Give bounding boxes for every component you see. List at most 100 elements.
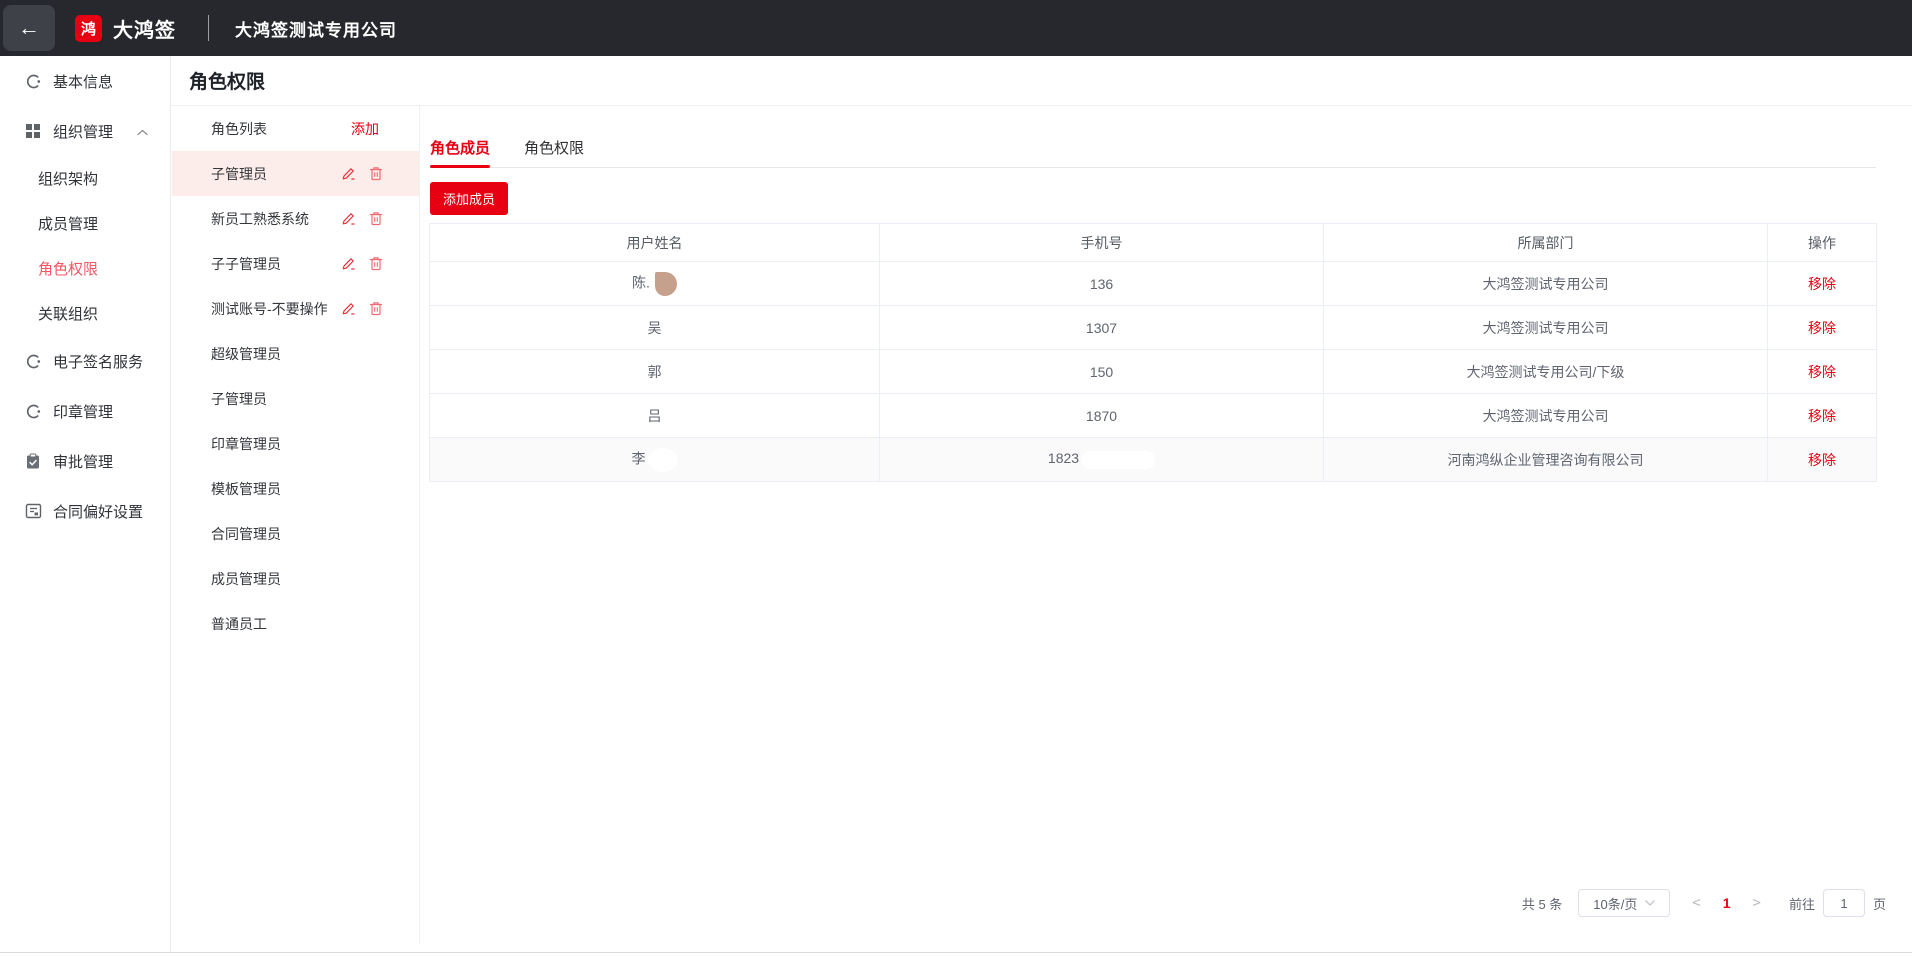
member-dept-cell: 大鸿签测试专用公司/下级: [1324, 350, 1768, 394]
sidebar-item-org-management[interactable]: 组织管理: [0, 106, 170, 156]
sidebar-item-basic-info[interactable]: 基本信息: [0, 56, 170, 106]
member-dept-cell: 大鸿签测试专用公司: [1324, 262, 1768, 306]
member-name-cell: 吴: [430, 306, 880, 350]
members-table: 用户姓名 手机号 所属部门 操作 陈. 136 大鸿签测试专用公司 移除 吴 1…: [429, 223, 1877, 482]
role-item-selected[interactable]: 子管理员: [172, 151, 419, 196]
sidebar-item-linked-orgs[interactable]: 关联组织: [0, 291, 170, 336]
redaction-blob: [655, 272, 677, 296]
edit-pencil-icon[interactable]: [341, 256, 356, 271]
role-list-header: 角色列表 添加: [172, 106, 419, 151]
window-bottom-divider: [0, 952, 1912, 953]
sidebar-item-contract-preferences[interactable]: 合同偏好设置: [0, 486, 170, 536]
role-item[interactable]: 模板管理员: [172, 466, 419, 511]
tab-role-members[interactable]: 角色成员: [430, 128, 490, 167]
topbar: ← 鸿 大鸿签 大鸿签测试专用公司: [0, 0, 1912, 56]
sidebar-item-label: 基本信息: [53, 71, 113, 92]
back-arrow-icon: ←: [18, 15, 40, 41]
next-page-button[interactable]: >: [1753, 895, 1761, 911]
remove-member-link[interactable]: 移除: [1808, 408, 1836, 424]
sidebar: 基本信息 组织管理 组织架构 成员管理 角色权限 关联组织 电子签名服务 印章管…: [0, 56, 171, 952]
remove-member-link[interactable]: 移除: [1808, 320, 1836, 336]
delete-trash-icon[interactable]: [369, 301, 383, 316]
column-header-dept: 所属部门: [1324, 224, 1768, 262]
delete-trash-icon[interactable]: [369, 166, 383, 181]
table-header-row: 用户姓名 手机号 所属部门 操作: [430, 224, 1877, 262]
company-name: 大鸿签测试专用公司: [235, 16, 397, 41]
prev-page-button[interactable]: <: [1692, 895, 1700, 911]
member-action-cell: 移除: [1768, 438, 1877, 482]
goto-page-input[interactable]: [1823, 889, 1865, 917]
sidebar-item-esign-service[interactable]: 电子签名服务: [0, 336, 170, 386]
add-member-button[interactable]: 添加成员: [430, 182, 508, 215]
delete-trash-icon[interactable]: [369, 211, 383, 226]
member-name-cell: 陈.: [430, 262, 880, 306]
member-action-cell: 移除: [1768, 262, 1877, 306]
table-row: 吴 1307 大鸿签测试专用公司 移除: [430, 306, 1877, 350]
edit-pencil-icon[interactable]: [341, 166, 356, 181]
total-count: 共 5 条: [1522, 894, 1562, 913]
sidebar-item-role-permissions[interactable]: 角色权限: [0, 246, 170, 291]
chevron-up-icon: [137, 123, 148, 140]
pagination: 共 5 条 10条/页 < 1 > 前往 页: [1522, 889, 1886, 917]
column-header-action: 操作: [1768, 224, 1877, 262]
member-phone-cell: 1823: [880, 438, 1324, 482]
current-page[interactable]: 1: [1723, 895, 1731, 911]
sidebar-item-org-structure[interactable]: 组织架构: [0, 156, 170, 201]
chevron-down-icon: [1645, 900, 1655, 906]
member-phone-cell: 1307: [880, 306, 1324, 350]
topbar-divider: [208, 15, 209, 41]
remove-member-link[interactable]: 移除: [1808, 276, 1836, 292]
table-row: 郭 150 大鸿签测试专用公司/下级 移除: [430, 350, 1877, 394]
member-dept-cell: 河南鸿纵企业管理咨询有限公司: [1324, 438, 1768, 482]
table-row: 陈. 136 大鸿签测试专用公司 移除: [430, 262, 1877, 306]
member-name-cell: 李: [430, 438, 880, 482]
table-row: 李 1823 河南鸿纵企业管理咨询有限公司 移除: [430, 438, 1877, 482]
member-phone-cell: 1870: [880, 394, 1324, 438]
member-action-cell: 移除: [1768, 394, 1877, 438]
sidebar-item-approval-management[interactable]: 审批管理: [0, 436, 170, 486]
role-item[interactable]: 子管理员: [172, 376, 419, 421]
role-list-panel: 角色列表 添加 子管理员 新员工熟悉系统 子子管理员 测试账号-不要操作 超级管…: [172, 106, 420, 944]
edit-pencil-icon[interactable]: [341, 211, 356, 226]
grid-icon: [24, 122, 42, 140]
redaction-blob: [1081, 451, 1155, 469]
table-row: 吕 1870 大鸿签测试专用公司 移除: [430, 394, 1877, 438]
back-button[interactable]: ←: [3, 5, 55, 51]
main-content: 角色成员 角色权限 添加成员 用户姓名 手机号 所属部门 操作 陈. 136 大…: [420, 106, 1912, 956]
sidebar-item-member-management[interactable]: 成员管理: [0, 201, 170, 246]
member-phone-cell: 136: [880, 262, 1324, 306]
role-item[interactable]: 普通员工: [172, 601, 419, 646]
member-name-cell: 吕: [430, 394, 880, 438]
redaction-blob: [648, 448, 678, 472]
sidebar-item-seal-management[interactable]: 印章管理: [0, 386, 170, 436]
contract-settings-icon: [24, 502, 42, 520]
edit-pencil-icon[interactable]: [341, 301, 356, 316]
page-size-select[interactable]: 10条/页: [1578, 889, 1670, 917]
role-item[interactable]: 子子管理员: [172, 241, 419, 286]
member-action-cell: 移除: [1768, 350, 1877, 394]
tab-role-permissions[interactable]: 角色权限: [524, 128, 584, 167]
brand-name: 大鸿签: [113, 14, 176, 43]
brand-logo-icon: 鸿: [75, 15, 102, 42]
role-item[interactable]: 成员管理员: [172, 556, 419, 601]
delete-trash-icon[interactable]: [369, 256, 383, 271]
role-item[interactable]: 测试账号-不要操作: [172, 286, 419, 331]
member-phone-cell: 150: [880, 350, 1324, 394]
goto-label: 前往: [1789, 894, 1815, 913]
page-title: 角色权限: [189, 56, 265, 105]
refresh-icon: [24, 402, 42, 420]
refresh-icon: [24, 72, 42, 90]
role-item[interactable]: 超级管理员: [172, 331, 419, 376]
member-name-cell: 郭: [430, 350, 880, 394]
add-role-button[interactable]: 添加: [351, 119, 379, 139]
sidebar-item-label: 组织管理: [53, 121, 113, 142]
remove-member-link[interactable]: 移除: [1808, 452, 1836, 468]
page-suffix: 页: [1873, 894, 1886, 913]
refresh-icon: [24, 352, 42, 370]
role-item[interactable]: 印章管理员: [172, 421, 419, 466]
column-header-name: 用户姓名: [430, 224, 880, 262]
member-dept-cell: 大鸿签测试专用公司: [1324, 394, 1768, 438]
role-item[interactable]: 合同管理员: [172, 511, 419, 556]
role-item[interactable]: 新员工熟悉系统: [172, 196, 419, 241]
remove-member-link[interactable]: 移除: [1808, 364, 1836, 380]
